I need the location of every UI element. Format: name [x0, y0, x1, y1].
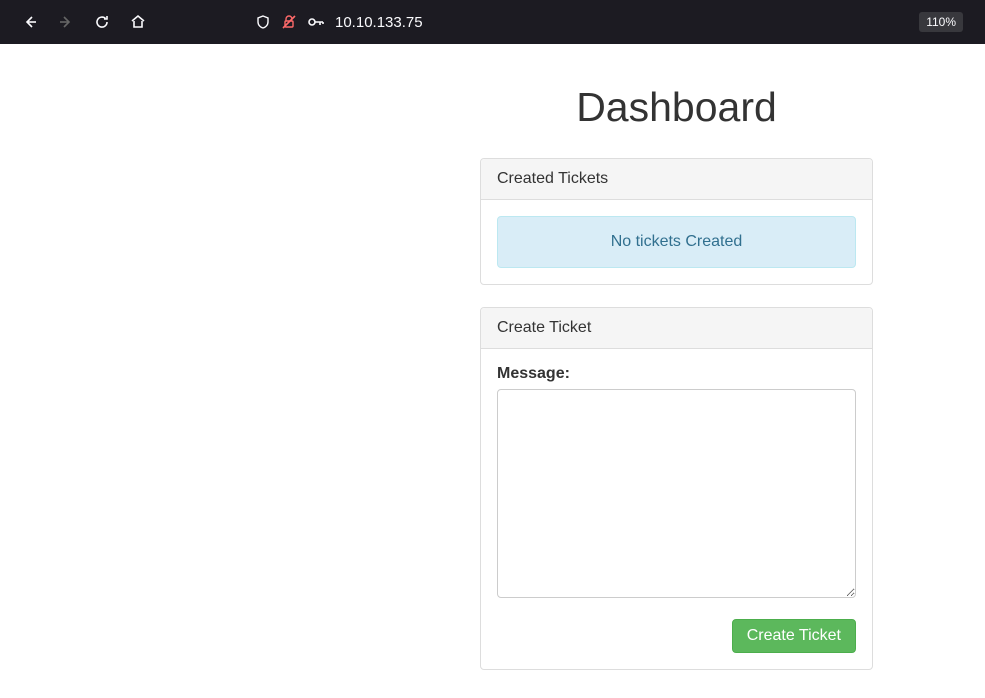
back-button[interactable] [16, 8, 44, 36]
page-content: Dashboard Created Tickets No tickets Cre… [0, 44, 985, 692]
reload-icon [94, 14, 110, 30]
address-bar[interactable]: 10.10.133.75 110% [255, 12, 969, 32]
message-textarea[interactable] [497, 389, 856, 598]
url-text: 10.10.133.75 [335, 14, 423, 31]
create-ticket-header: Create Ticket [481, 308, 872, 349]
shield-icon [255, 14, 271, 30]
reload-button[interactable] [88, 8, 116, 36]
created-tickets-panel: Created Tickets No tickets Created [480, 158, 873, 285]
message-label: Message: [497, 365, 856, 383]
arrow-right-icon [58, 14, 74, 30]
home-button[interactable] [124, 8, 152, 36]
created-tickets-header: Created Tickets [481, 159, 872, 200]
home-icon [130, 14, 146, 30]
zoom-badge[interactable]: 110% [919, 12, 963, 32]
lock-insecure-icon [281, 14, 297, 30]
browser-toolbar: 10.10.133.75 110% [0, 0, 985, 44]
arrow-left-icon [22, 14, 38, 30]
page-title: Dashboard [480, 84, 873, 131]
forward-button[interactable] [52, 8, 80, 36]
key-icon [307, 14, 325, 30]
no-tickets-alert: No tickets Created [497, 216, 856, 268]
create-ticket-button[interactable]: Create Ticket [732, 619, 856, 653]
create-ticket-panel: Create Ticket Message: Create Ticket [480, 307, 873, 670]
